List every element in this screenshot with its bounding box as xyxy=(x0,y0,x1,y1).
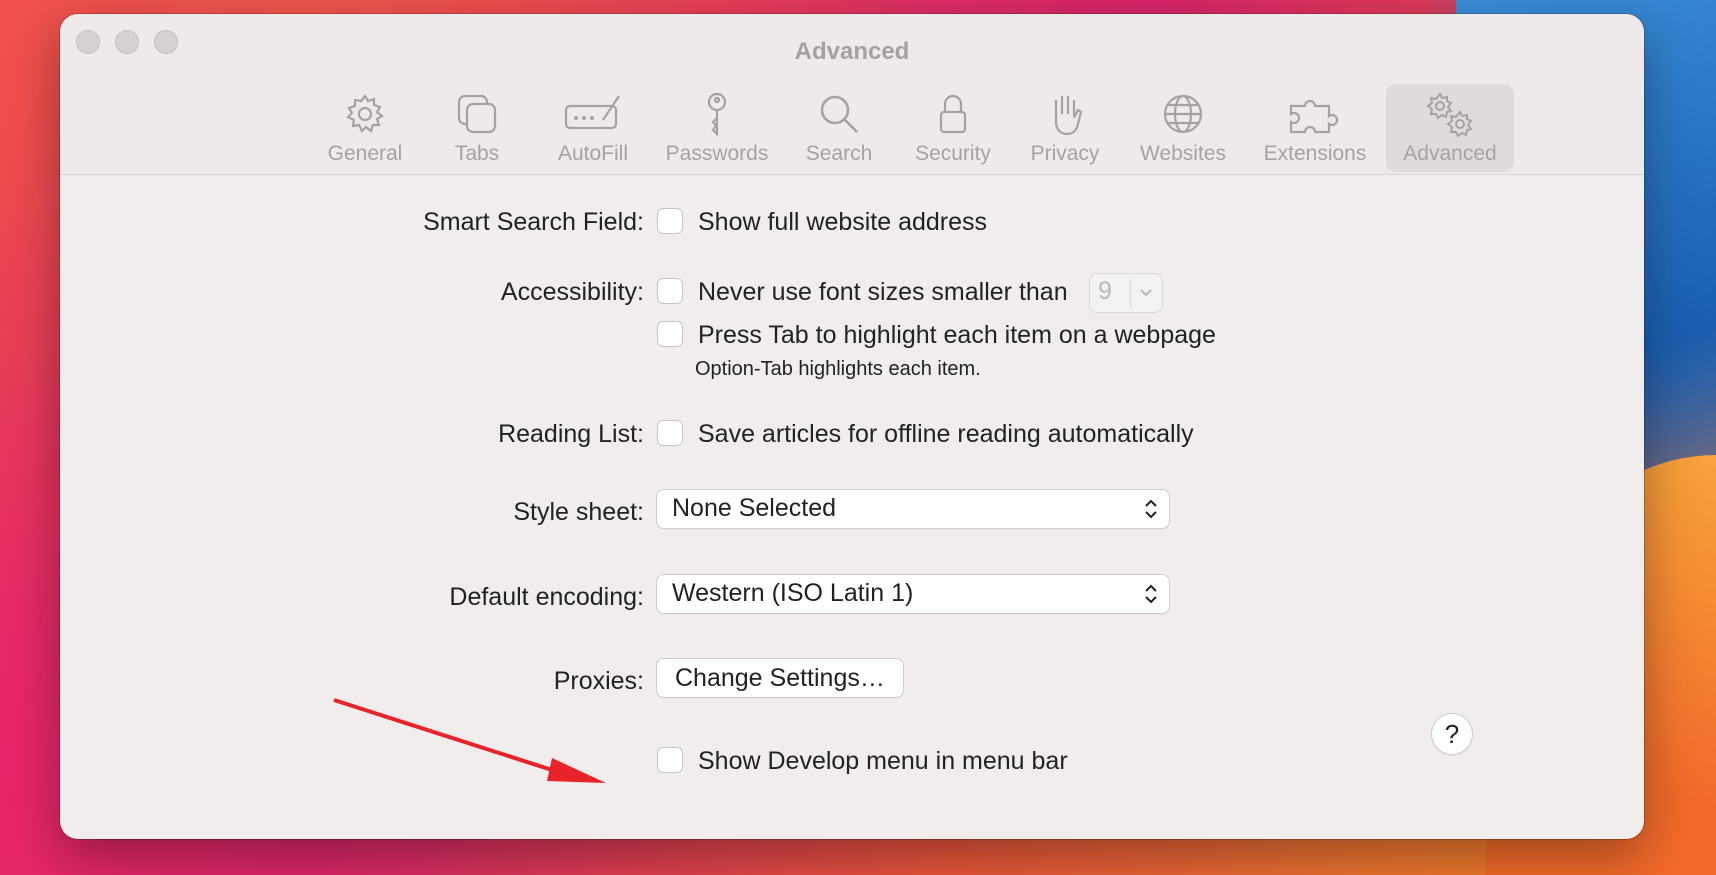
tab-autofill[interactable]: AutoFill xyxy=(538,84,648,172)
tab-extensions[interactable]: Extensions xyxy=(1250,84,1380,172)
gears-icon xyxy=(1426,92,1473,138)
tab-tabs[interactable]: Tabs xyxy=(432,84,522,172)
style-sheet-select[interactable]: None Selected xyxy=(657,490,1169,528)
style-sheet-value: None Selected xyxy=(672,494,837,522)
press-tab-text[interactable]: Press Tab to highlight each item on a we… xyxy=(698,321,1216,350)
press-tab-checkbox[interactable] xyxy=(657,321,683,347)
advanced-settings-pane: Smart Search Field: Show full website ad… xyxy=(60,174,1644,839)
accessibility-label: Accessibility: xyxy=(500,278,644,306)
globe-icon xyxy=(1163,94,1203,134)
tab-security[interactable]: Security xyxy=(903,84,1003,172)
smart-search-label: Smart Search Field: xyxy=(423,208,644,236)
offline-reading-checkbox[interactable] xyxy=(657,420,683,446)
style-sheet-label: Style sheet: xyxy=(513,498,644,526)
min-font-size-value: 9 xyxy=(1098,277,1112,305)
lock-icon xyxy=(939,94,967,134)
reading-list-row: Reading List: Save articles for offline … xyxy=(60,416,1644,456)
select-divider xyxy=(1130,279,1131,307)
offline-reading-text[interactable]: Save articles for offline reading automa… xyxy=(698,420,1194,449)
up-down-chevron-icon xyxy=(1145,584,1157,604)
change-settings-button[interactable]: Change Settings… xyxy=(657,659,903,697)
autofill-icon xyxy=(564,95,620,130)
tab-websites-label: Websites xyxy=(1140,142,1226,165)
tab-privacy-label: Privacy xyxy=(1030,142,1100,165)
gear-icon xyxy=(346,94,384,133)
tab-general-label: General xyxy=(327,142,403,165)
window-title: Advanced xyxy=(794,38,910,65)
accessibility-row: Accessibility: Never use font sizes smal… xyxy=(60,274,1644,314)
up-down-chevron-icon xyxy=(1145,499,1157,519)
tab-advanced-label: Advanced xyxy=(1403,142,1497,165)
preferences-window: Advanced General Tabs AutoFill Passwords… xyxy=(60,14,1644,839)
default-encoding-label: Default encoding: xyxy=(449,583,644,611)
tab-privacy[interactable]: Privacy xyxy=(1020,84,1110,172)
option-tab-hint: Option-Tab highlights each item. xyxy=(695,358,981,380)
min-font-size-text[interactable]: Never use font sizes smaller than xyxy=(698,278,1068,307)
tab-tabs-label: Tabs xyxy=(454,142,500,165)
preferences-toolbar: General Tabs AutoFill Passwords Search S… xyxy=(60,70,1644,172)
tab-websites[interactable]: Websites xyxy=(1123,84,1243,172)
search-icon xyxy=(820,95,858,133)
tab-passwords[interactable]: Passwords xyxy=(657,84,777,172)
hand-icon xyxy=(1054,96,1083,136)
tab-search[interactable]: Search xyxy=(794,84,884,172)
smart-search-row: Smart Search Field: Show full website ad… xyxy=(60,204,1644,244)
tab-general[interactable]: General xyxy=(310,84,420,172)
annotation-arrow xyxy=(333,698,606,783)
key-icon xyxy=(707,92,727,137)
tab-security-label: Security xyxy=(915,142,991,165)
press-tab-row: Press Tab to highlight each item on a we… xyxy=(60,317,1644,357)
develop-menu-row: Show Develop menu in menu bar xyxy=(60,743,1644,783)
reading-list-label: Reading List: xyxy=(498,420,644,448)
show-develop-menu-text[interactable]: Show Develop menu in menu bar xyxy=(698,747,1068,776)
show-develop-menu-checkbox[interactable] xyxy=(657,747,683,773)
help-button[interactable]: ? xyxy=(1432,714,1472,754)
tab-autofill-label: AutoFill xyxy=(557,142,629,165)
min-font-size-checkbox[interactable] xyxy=(657,278,683,304)
tab-extensions-label: Extensions xyxy=(1263,142,1367,165)
tabs-icon xyxy=(457,94,497,134)
puzzle-icon xyxy=(1289,99,1339,134)
default-encoding-select[interactable]: Western (ISO Latin 1) xyxy=(657,575,1169,613)
min-font-size-select[interactable]: 9 xyxy=(1090,274,1162,312)
tab-advanced[interactable]: Advanced xyxy=(1386,84,1514,172)
tab-passwords-label: Passwords xyxy=(665,142,769,165)
titlebar: Advanced General Tabs AutoFill Passwords… xyxy=(60,14,1644,175)
chevron-down-icon xyxy=(1140,289,1152,297)
show-full-address-checkbox[interactable] xyxy=(657,208,683,234)
default-encoding-value: Western (ISO Latin 1) xyxy=(672,579,914,607)
tab-search-label: Search xyxy=(805,142,873,165)
show-full-address-text[interactable]: Show full website address xyxy=(698,208,987,237)
